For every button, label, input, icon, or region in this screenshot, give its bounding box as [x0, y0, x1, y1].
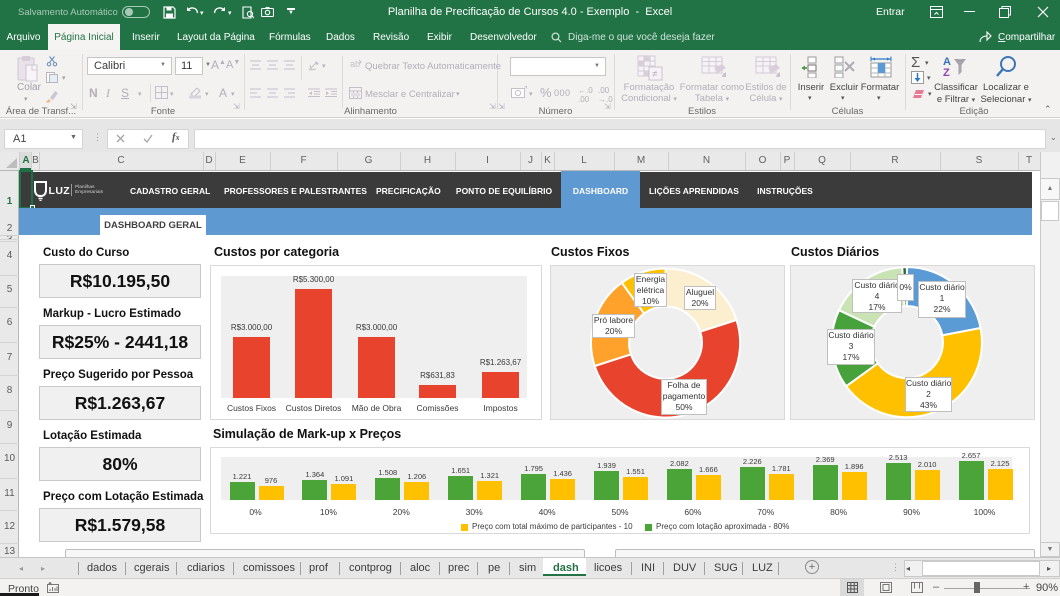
svg-text:≠: ≠: [652, 69, 658, 80]
svg-text:Z: Z: [943, 67, 950, 79]
svg-text:ab: ab: [350, 59, 360, 69]
